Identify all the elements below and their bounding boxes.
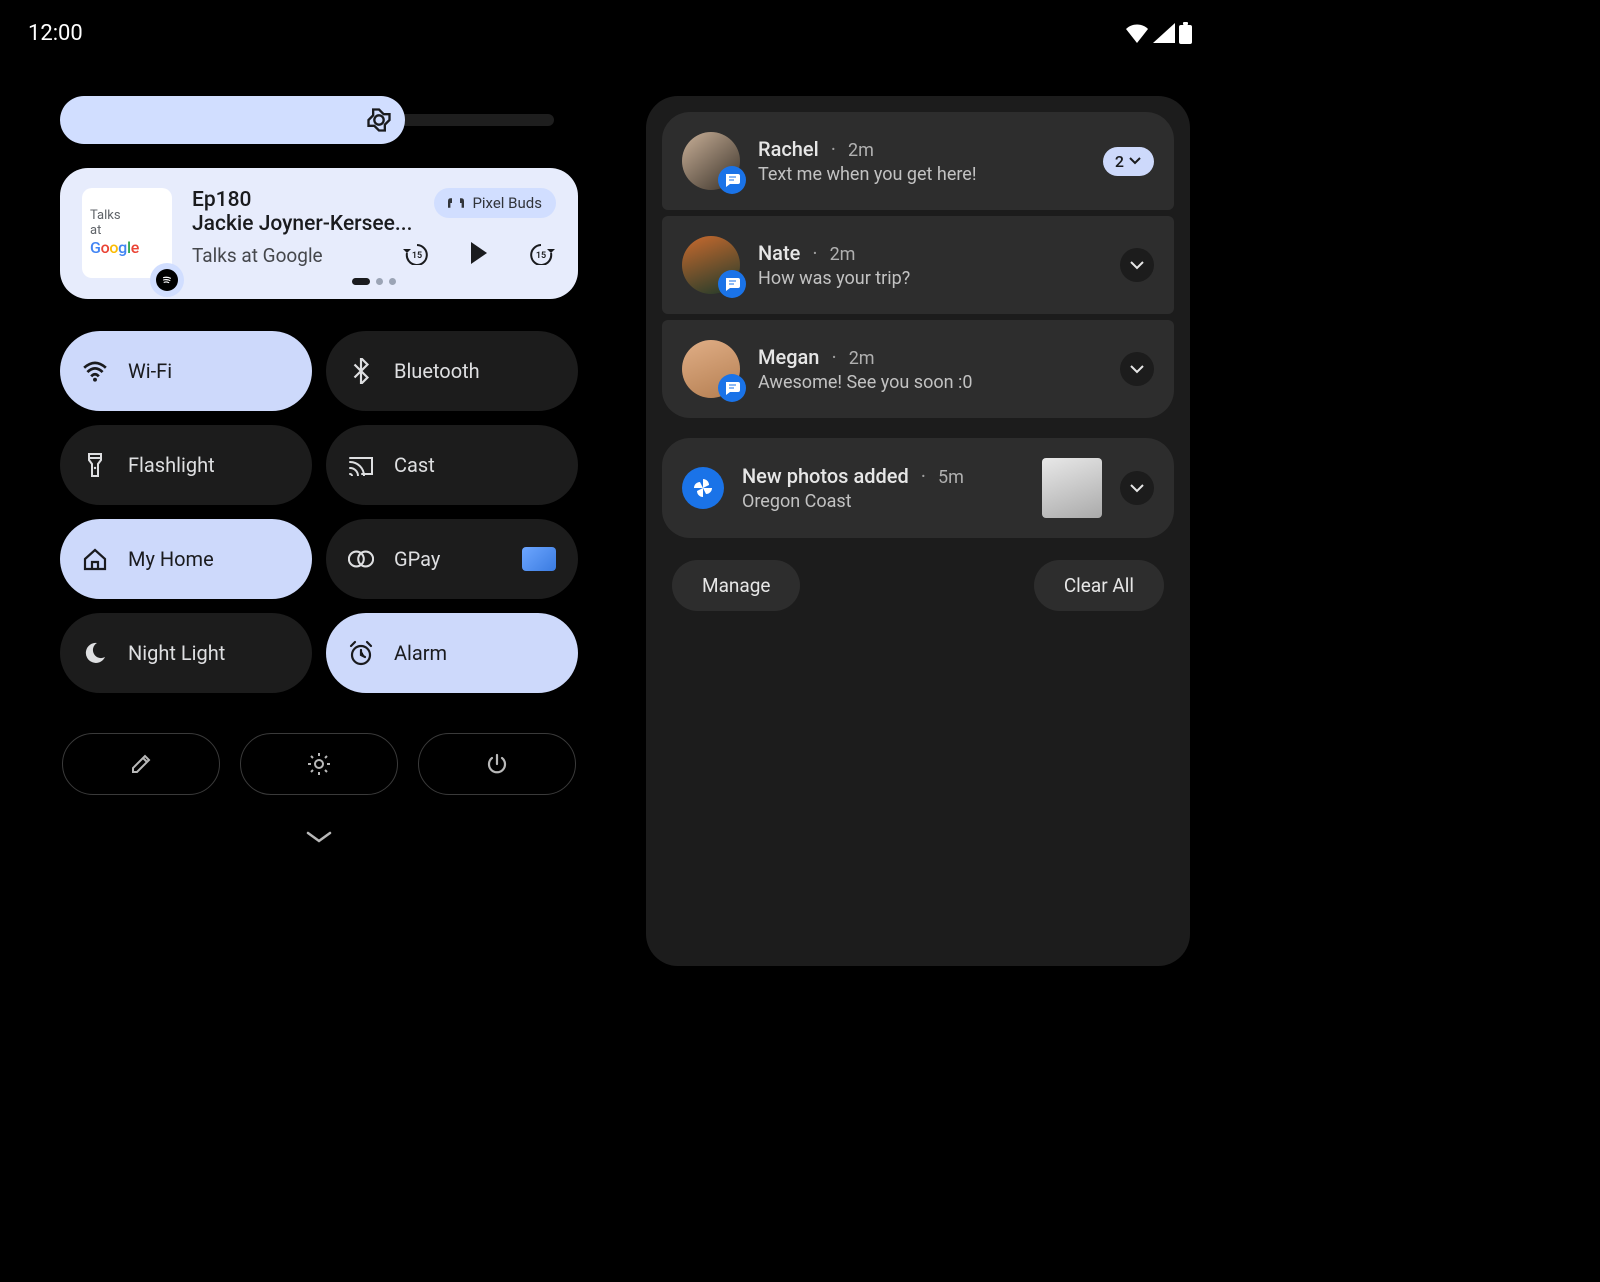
media-pagination-dots — [192, 278, 556, 285]
avatar — [682, 340, 740, 398]
notification-text: How was your trip? — [758, 268, 1102, 289]
photos-app-badge — [682, 467, 724, 509]
media-player-card[interactable]: Talks at Google Ep180 Jackie Joy — [60, 168, 578, 299]
notification-subtitle: Oregon Coast — [742, 491, 1024, 512]
status-icons — [1125, 22, 1192, 44]
svg-text:15: 15 — [536, 251, 546, 261]
status-time: 12:00 — [28, 21, 83, 46]
notification-item[interactable]: Rachel · 2m Text me when you get here! 2 — [662, 112, 1174, 210]
messages-app-badge — [718, 270, 746, 298]
clear-all-button[interactable]: Clear All — [1034, 560, 1164, 611]
tile-label: Wi-Fi — [128, 359, 290, 383]
expand-button[interactable] — [1120, 248, 1154, 282]
cast-icon — [348, 454, 374, 476]
settings-button[interactable] — [240, 733, 398, 795]
wifi-icon — [1125, 23, 1149, 43]
tile-label: GPay — [394, 547, 502, 571]
flashlight-icon — [86, 452, 104, 478]
chevron-down-icon — [1129, 483, 1145, 493]
notification-time: 2m — [849, 348, 875, 369]
notification-sender: Nate — [758, 241, 800, 265]
tile-night-light[interactable]: Night Light — [60, 613, 312, 693]
svg-text:15: 15 — [412, 251, 422, 261]
brightness-icon — [365, 106, 393, 134]
avatar — [682, 132, 740, 190]
collapse-handle[interactable] — [60, 829, 578, 845]
forward-15-button[interactable]: 15 — [526, 238, 556, 268]
tile-bluetooth[interactable]: Bluetooth — [326, 331, 578, 411]
notification-group-count[interactable]: 2 — [1103, 147, 1154, 176]
tile-flashlight[interactable]: Flashlight — [60, 425, 312, 505]
status-bar: 12:00 — [0, 0, 1220, 56]
chevron-down-icon — [1128, 156, 1142, 166]
photo-thumbnail — [1042, 458, 1102, 518]
pinwheel-icon — [691, 476, 715, 500]
power-icon — [485, 752, 509, 776]
tile-cast[interactable]: Cast — [326, 425, 578, 505]
tile-label: Cast — [394, 453, 556, 477]
home-icon — [82, 547, 108, 571]
tile-label: Flashlight — [128, 453, 290, 477]
gear-icon — [306, 751, 332, 777]
chevron-down-icon — [1129, 364, 1145, 374]
output-device-chip[interactable]: Pixel Buds — [434, 188, 556, 218]
gpay-icon — [348, 549, 374, 569]
tile-label: Alarm — [394, 641, 556, 665]
notification-item[interactable]: Megan · 2m Awesome! See you soon :0 — [662, 320, 1174, 418]
notification-time: 2m — [848, 140, 874, 161]
notification-shade: Rachel · 2m Text me when you get here! 2 — [646, 96, 1190, 966]
alarm-icon — [348, 640, 374, 666]
expand-button[interactable] — [1120, 471, 1154, 505]
tile-alarm[interactable]: Alarm — [326, 613, 578, 693]
media-title: Jackie Joyner-Kersee... — [192, 212, 426, 236]
expand-button[interactable] — [1120, 352, 1154, 386]
tile-gpay[interactable]: GPay — [326, 519, 578, 599]
tile-label: Night Light — [128, 641, 290, 665]
edit-tiles-button[interactable] — [62, 733, 220, 795]
avatar — [682, 236, 740, 294]
manage-button[interactable]: Manage — [672, 560, 801, 611]
notification-photos[interactable]: New photos added · 5m Oregon Coast — [662, 438, 1174, 538]
notification-time: 5m — [938, 467, 964, 488]
brightness-slider[interactable] — [60, 96, 578, 144]
notification-sender: Rachel — [758, 137, 819, 161]
notification-time: 2m — [830, 244, 856, 265]
tile-label: My Home — [128, 547, 290, 571]
wifi-icon — [82, 360, 108, 382]
pencil-icon — [129, 752, 153, 776]
gpay-card-thumb — [522, 547, 556, 571]
moon-icon — [83, 641, 107, 665]
notification-item[interactable]: Nate · 2m How was your trip? — [662, 216, 1174, 314]
tile-label: Bluetooth — [394, 359, 556, 383]
device-label: Pixel Buds — [472, 194, 542, 212]
notification-text: Awesome! See you soon :0 — [758, 372, 1102, 393]
battery-icon — [1179, 22, 1192, 44]
rewind-15-button[interactable]: 15 — [402, 238, 432, 268]
power-button[interactable] — [418, 733, 576, 795]
notification-text: Text me when you get here! — [758, 164, 1085, 185]
messages-icon — [724, 173, 740, 187]
media-episode: Ep180 — [192, 188, 426, 212]
signal-icon — [1153, 23, 1175, 43]
chevron-down-icon — [304, 829, 334, 845]
play-button[interactable] — [464, 238, 494, 268]
tile-wifi[interactable]: Wi-Fi — [60, 331, 312, 411]
earbuds-icon — [448, 196, 464, 210]
media-source: Talks at Google — [192, 244, 323, 267]
tile-home[interactable]: My Home — [60, 519, 312, 599]
messages-icon — [724, 381, 740, 395]
messages-app-badge — [718, 166, 746, 194]
bluetooth-icon — [352, 358, 370, 384]
messages-icon — [724, 277, 740, 291]
notification-title: New photos added — [742, 464, 909, 488]
messages-app-badge — [718, 374, 746, 402]
chevron-down-icon — [1129, 260, 1145, 270]
spotify-icon — [160, 273, 174, 287]
source-app-badge — [150, 263, 184, 297]
notification-sender: Megan — [758, 345, 819, 369]
